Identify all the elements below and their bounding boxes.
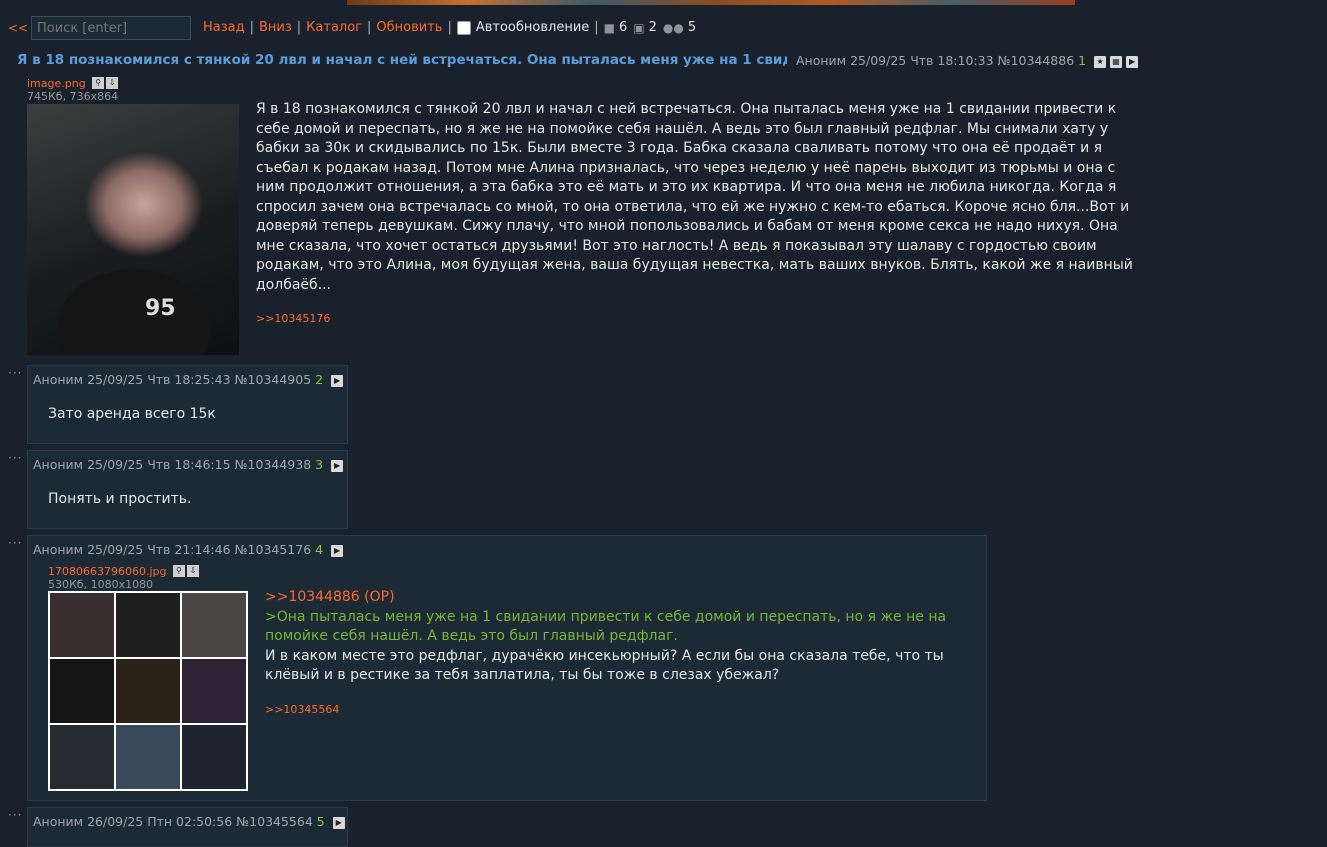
op-reply-link[interactable]: >>10345176 [256, 312, 330, 325]
images-count-icon: ▣ [633, 20, 645, 35]
op-file-meta: 745Кб, 736x864 [27, 90, 119, 103]
search-image-icon[interactable]: ⚲ [92, 77, 105, 89]
op-title: Я в 18 познакомился с тянкой 20 лвл и на… [17, 52, 787, 68]
post-message: Понять и простить. [48, 491, 192, 507]
nav-down-link[interactable]: Вниз [259, 20, 292, 35]
posters-count-icon: ●● [662, 20, 684, 35]
post-author: Аноним [33, 457, 84, 472]
post-meta: Аноним 25/09/25 Чтв 18:25:43 №10344905 2… [33, 372, 344, 387]
reply-post: Аноним 25/09/25 Чтв 21:14:46 №10345176 4… [27, 535, 987, 801]
post-author: Аноним [33, 542, 84, 557]
post-id-link[interactable]: №10344938 [235, 457, 312, 472]
post-reply-link[interactable]: >>10345564 [265, 703, 339, 716]
post-menu-icon[interactable]: ··· [8, 808, 22, 822]
play-icon[interactable]: ▶ [331, 374, 344, 387]
board-banner [347, 0, 1075, 5]
post-menu-icon[interactable]: ··· [8, 451, 22, 465]
nav-back-link[interactable]: Назад [203, 20, 245, 35]
post-index: 4 [315, 542, 324, 557]
post-id-link[interactable]: №10344905 [235, 372, 312, 387]
download-icon[interactable]: ⇩ [186, 565, 199, 577]
post-author: Аноним [33, 372, 84, 387]
op-date: 25/09/25 Чтв 18:10:33 [850, 53, 994, 68]
post-id-link[interactable]: №10345176 [235, 542, 312, 557]
search-input[interactable] [31, 16, 191, 40]
op-file-name[interactable]: image.png [27, 77, 86, 90]
posts-count-icon: ■ [603, 20, 615, 35]
post-message: >>10344886 (OP) >Она пыталась меня уже н… [265, 588, 975, 719]
star-icon[interactable]: ★ [1094, 55, 1107, 68]
post-date: 25/09/25 Чтв 18:25:43 [87, 372, 231, 387]
post-file-info: 17080663796060.jpg ⚲ ⇩ 530Кб, 1080x1080 [48, 563, 199, 591]
images-count: 2 [648, 20, 657, 35]
search-image-icon[interactable]: ⚲ [172, 565, 185, 577]
post-message-text: И в каком месте это редфлаг, дурачёкю ин… [265, 647, 944, 684]
post-index: 3 [315, 457, 324, 472]
reply-post: Аноним 26/09/25 Птн 02:50:56 №10345564 5… [27, 807, 348, 847]
play-icon[interactable]: ▶ [1126, 55, 1139, 68]
op-index: 1 [1078, 53, 1087, 68]
nav-catalog-link[interactable]: Каталог [306, 20, 362, 35]
post-index: 2 [315, 372, 324, 387]
post-date: 25/09/25 Чтв 18:46:15 [87, 457, 231, 472]
post-meta: Аноним 25/09/25 Чтв 18:46:15 №10344938 3… [33, 457, 344, 472]
shirt-print: 95 [145, 296, 176, 321]
op-file-info: image.png ⚲ ⇩ 745Кб, 736x864 [27, 75, 119, 103]
greentext-quote: >Она пыталась меня уже на 1 свидании при… [265, 608, 947, 645]
op-author: Аноним [796, 53, 847, 68]
download-icon[interactable]: ⇩ [106, 77, 119, 89]
posts-count: 6 [619, 20, 628, 35]
post-message: Зато аренда всего 15к [48, 406, 216, 422]
posters-count: 5 [687, 20, 697, 35]
play-icon[interactable]: ▶ [331, 459, 344, 472]
post-date: 26/09/25 Птн 02:50:56 [87, 814, 233, 829]
nav-refresh-link[interactable]: Обновить [376, 20, 442, 35]
op-image[interactable]: 95 [27, 104, 239, 355]
post-meta: Аноним 25/09/25 Чтв 21:14:46 №10345176 4… [33, 542, 344, 557]
post-date: 25/09/25 Чтв 21:14:46 [87, 542, 231, 557]
post-file-meta: 530Кб, 1080x1080 [48, 578, 154, 591]
hide-icon[interactable]: ▦ [1110, 55, 1123, 68]
nav-links: Назад | Вниз | Каталог | Обновить | Автообно… [203, 20, 697, 35]
post-image[interactable] [48, 591, 248, 791]
autoupdate-label: Автообновление [475, 20, 590, 35]
reply-post: Аноним 25/09/25 Чтв 18:25:43 №10344905 2… [27, 365, 348, 444]
autoupdate-checkbox[interactable] [456, 20, 471, 35]
post-index: 5 [316, 814, 325, 829]
op-message: Я в 18 познакомился с тянкой 20 лвл и на… [256, 100, 1136, 329]
op-message-text: Я в 18 познакомился с тянкой 20 лвл и на… [256, 101, 1133, 293]
post-meta: Аноним 26/09/25 Птн 02:50:56 №10345564 5… [33, 814, 345, 829]
reply-post: Аноним 25/09/25 Чтв 18:46:15 №10344938 3… [27, 450, 348, 529]
play-icon[interactable]: ▶ [332, 816, 345, 829]
post-id-link[interactable]: №10345564 [236, 814, 313, 829]
op-quote-link[interactable]: >>10344886 (OP) [265, 589, 395, 605]
post-menu-icon[interactable]: ··· [8, 536, 22, 550]
post-menu-icon[interactable]: ··· [8, 366, 22, 380]
op-id-link[interactable]: №10344886 [998, 53, 1075, 68]
play-icon[interactable]: ▶ [331, 544, 344, 557]
op-meta: Аноним 25/09/25 Чтв 18:10:33 №10344886 1… [796, 53, 1139, 68]
back-to-board-link[interactable]: << [8, 21, 28, 35]
post-author: Аноним [33, 814, 84, 829]
post-file-name[interactable]: 17080663796060.jpg [48, 565, 167, 578]
